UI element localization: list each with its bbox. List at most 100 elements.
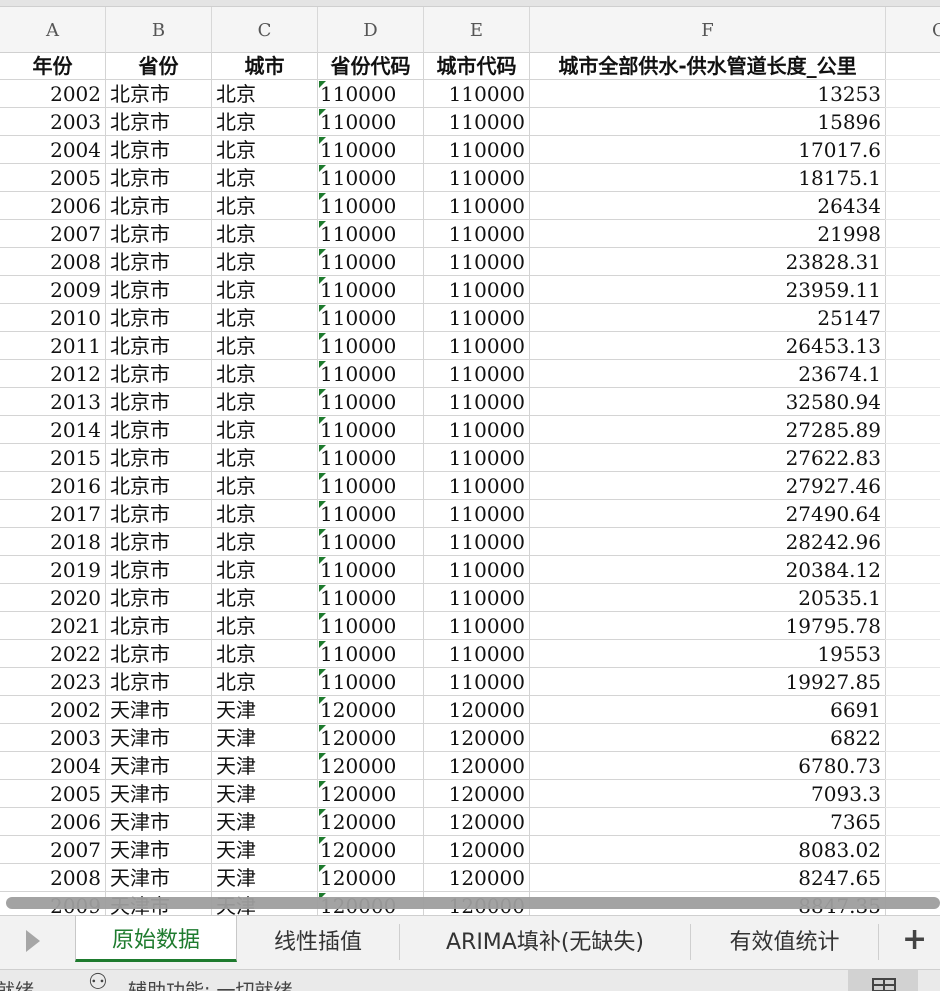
cell-city[interactable]: 天津	[212, 724, 318, 752]
empty-cell[interactable]	[885, 108, 940, 136]
cell-year[interactable]: 2006	[0, 192, 106, 220]
cell-city[interactable]: 北京	[212, 388, 318, 416]
cell-city-code[interactable]: 120000	[424, 780, 530, 808]
cell-province[interactable]: 天津市	[106, 752, 212, 780]
cell-city-code[interactable]: 110000	[424, 556, 530, 584]
empty-cell[interactable]	[885, 612, 940, 640]
cell-province-code[interactable]: 110000	[318, 220, 424, 248]
cell-year[interactable]: 2010	[0, 304, 106, 332]
column-header-b[interactable]: B	[106, 7, 212, 52]
cell-province-code[interactable]: 110000	[318, 668, 424, 696]
empty-cell[interactable]	[885, 472, 940, 500]
cell-province[interactable]: 天津市	[106, 808, 212, 836]
cell-province[interactable]: 北京市	[106, 248, 212, 276]
cell-city[interactable]: 天津	[212, 780, 318, 808]
cell-city-code[interactable]: 110000	[424, 444, 530, 472]
horizontal-scrollbar[interactable]	[6, 897, 940, 909]
cell-province[interactable]: 北京市	[106, 332, 212, 360]
cell-city-code[interactable]: 110000	[424, 276, 530, 304]
cell-province-code[interactable]: 110000	[318, 192, 424, 220]
empty-cell[interactable]	[885, 500, 940, 528]
column-header-g[interactable]: C	[886, 7, 940, 52]
cell-province-code[interactable]: 110000	[318, 80, 424, 108]
cell-pipe-length[interactable]: 23828.31	[530, 248, 886, 276]
cell-province[interactable]: 北京市	[106, 220, 212, 248]
cell-province-code[interactable]: 110000	[318, 388, 424, 416]
cell-city[interactable]: 北京	[212, 304, 318, 332]
cell-city-code[interactable]: 110000	[424, 472, 530, 500]
cell-city[interactable]: 天津	[212, 808, 318, 836]
cell-province-code[interactable]: 110000	[318, 640, 424, 668]
cell-pipe-length[interactable]: 17017.6	[530, 136, 886, 164]
cell-province[interactable]: 北京市	[106, 164, 212, 192]
cell-year[interactable]: 2004	[0, 752, 106, 780]
cell-city[interactable]: 天津	[212, 696, 318, 724]
cell-province-code[interactable]: 120000	[318, 780, 424, 808]
play-icon[interactable]	[26, 930, 40, 952]
cell-city[interactable]: 天津	[212, 836, 318, 864]
empty-cell[interactable]	[885, 696, 940, 724]
cell-province[interactable]: 北京市	[106, 276, 212, 304]
cell-city-code[interactable]: 120000	[424, 752, 530, 780]
cell-province-code[interactable]: 110000	[318, 164, 424, 192]
cell-pipe-length[interactable]: 27490.64	[530, 500, 886, 528]
empty-cell[interactable]	[885, 304, 940, 332]
cell-pipe-length[interactable]: 28242.96	[530, 528, 886, 556]
cell-province[interactable]: 北京市	[106, 416, 212, 444]
cell-city[interactable]: 北京	[212, 192, 318, 220]
column-header-a[interactable]: A	[0, 7, 106, 52]
cell-province[interactable]: 天津市	[106, 780, 212, 808]
cell-city-code[interactable]: 110000	[424, 248, 530, 276]
cell-year[interactable]: 2002	[0, 80, 106, 108]
cell-province[interactable]: 天津市	[106, 696, 212, 724]
cell-year[interactable]: 2009	[0, 276, 106, 304]
empty-cell[interactable]	[885, 836, 940, 864]
cell-province[interactable]: 北京市	[106, 360, 212, 388]
cell-city[interactable]: 天津	[212, 752, 318, 780]
cell-city-code[interactable]: 110000	[424, 332, 530, 360]
cell-pipe-length[interactable]: 26453.13	[530, 332, 886, 360]
empty-cell[interactable]	[885, 584, 940, 612]
cell-province[interactable]: 北京市	[106, 640, 212, 668]
header-cell-province-code[interactable]: 省份代码	[318, 52, 424, 80]
cell-year[interactable]: 2007	[0, 220, 106, 248]
cell-city[interactable]: 北京	[212, 584, 318, 612]
cell-year[interactable]: 2004	[0, 136, 106, 164]
cell-year[interactable]: 2003	[0, 108, 106, 136]
cell-city[interactable]: 北京	[212, 556, 318, 584]
cell-year[interactable]: 2020	[0, 584, 106, 612]
cell-province[interactable]: 北京市	[106, 192, 212, 220]
cell-pipe-length[interactable]: 25147	[530, 304, 886, 332]
column-header-c[interactable]: C	[212, 7, 318, 52]
cell-province[interactable]: 北京市	[106, 136, 212, 164]
cell-province-code[interactable]: 120000	[318, 808, 424, 836]
cell-grid[interactable]: 年份 省份 城市 省份代码 城市代码 城市全部供水-供水管道长度_公里 2002…	[0, 52, 940, 915]
cell-city-code[interactable]: 110000	[424, 668, 530, 696]
cell-year[interactable]: 2006	[0, 808, 106, 836]
cell-city[interactable]: 北京	[212, 472, 318, 500]
add-sheet-button[interactable]: +	[902, 922, 927, 957]
cell-pipe-length[interactable]: 23959.11	[530, 276, 886, 304]
cell-pipe-length[interactable]: 23674.1	[530, 360, 886, 388]
cell-city-code[interactable]: 110000	[424, 304, 530, 332]
cell-year[interactable]: 2012	[0, 360, 106, 388]
cell-year[interactable]: 2002	[0, 696, 106, 724]
empty-cell[interactable]	[885, 52, 940, 80]
cell-year[interactable]: 2014	[0, 416, 106, 444]
cell-pipe-length[interactable]: 19553	[530, 640, 886, 668]
empty-cell[interactable]	[885, 136, 940, 164]
cell-province-code[interactable]: 120000	[318, 836, 424, 864]
cell-province[interactable]: 北京市	[106, 584, 212, 612]
cell-pipe-length[interactable]: 26434	[530, 192, 886, 220]
cell-province[interactable]: 北京市	[106, 612, 212, 640]
cell-province-code[interactable]: 110000	[318, 136, 424, 164]
cell-city-code[interactable]: 120000	[424, 864, 530, 892]
empty-cell[interactable]	[885, 164, 940, 192]
empty-cell[interactable]	[885, 332, 940, 360]
empty-cell[interactable]	[885, 388, 940, 416]
cell-year[interactable]: 2007	[0, 836, 106, 864]
cell-pipe-length[interactable]: 32580.94	[530, 388, 886, 416]
cell-year[interactable]: 2016	[0, 472, 106, 500]
cell-province[interactable]: 北京市	[106, 388, 212, 416]
cell-province-code[interactable]: 120000	[318, 864, 424, 892]
